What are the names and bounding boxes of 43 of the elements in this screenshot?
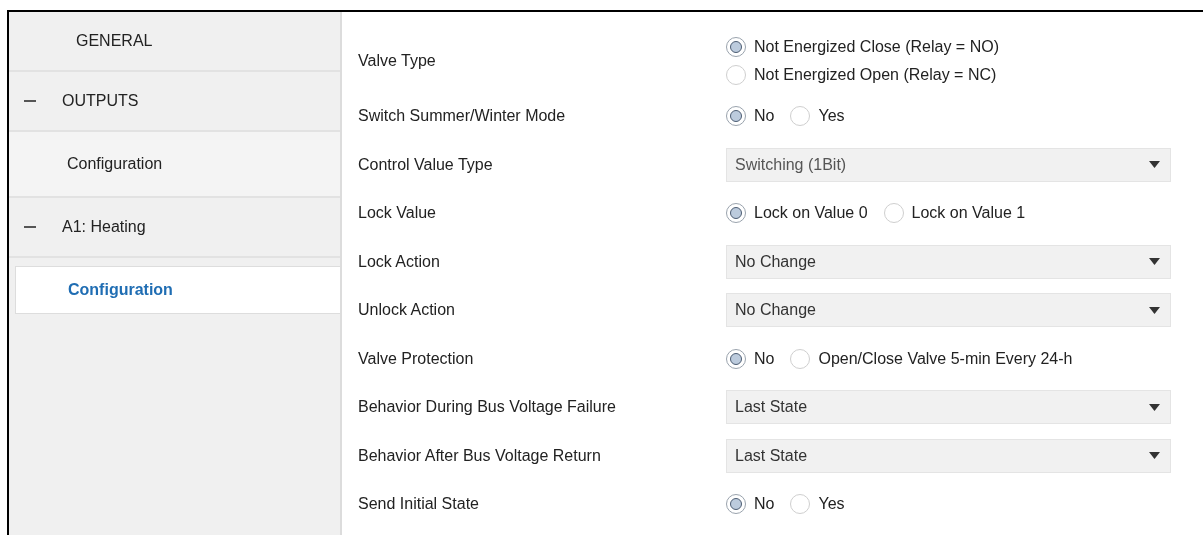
radio-button[interactable]: [790, 106, 811, 127]
caret-icon: [1149, 161, 1160, 169]
dropdown[interactable]: Last State: [726, 390, 1171, 425]
parameter-label: Lock Action: [358, 252, 441, 271]
caret-icon: [1149, 403, 1160, 411]
radio-button[interactable]: [726, 37, 746, 57]
dropdown[interactable]: No Change: [726, 293, 1171, 328]
radio-option[interactable]: Lock on Value 0: [726, 203, 868, 224]
radio-button[interactable]: [883, 203, 904, 224]
radio-option[interactable]: Not Energized Open (Relay = NC): [726, 65, 1171, 85]
dropdown[interactable]: No Change: [726, 244, 1171, 279]
parameter-label: Unlock Action: [358, 301, 456, 320]
tree-item[interactable]: Configuration: [9, 132, 340, 198]
caret-icon: [1149, 452, 1160, 460]
radio-button[interactable]: [790, 348, 811, 369]
parameter-label: Lock Value: [358, 204, 437, 223]
radio-button[interactable]: [790, 494, 811, 515]
radio-option[interactable]: Yes: [790, 494, 845, 515]
radio-button[interactable]: [726, 348, 746, 369]
dropdown[interactable]: Last State: [726, 438, 1171, 473]
radio-button[interactable]: [726, 203, 746, 224]
tree-item[interactable]: GENERAL: [9, 12, 340, 72]
parameter-label: Control Value Type: [358, 155, 494, 174]
radio-option[interactable]: No: [726, 494, 775, 515]
parameter-label: Valve Protection: [358, 349, 475, 368]
caret-icon: [1149, 306, 1160, 314]
parameter-label: Behavior After Bus Voltage Return: [358, 446, 602, 465]
parameter-label: Send Initial State: [358, 495, 480, 514]
parameter-label: Behavior During Bus Voltage Failure: [358, 398, 617, 417]
parameter-label: Valve Type: [358, 52, 437, 70]
radio-option[interactable]: Not Energized Close (Relay = NO): [726, 37, 1171, 57]
tree-item[interactable]: A1: Heating: [9, 198, 340, 258]
radio-option[interactable]: No: [726, 348, 775, 369]
radio-button[interactable]: [726, 65, 746, 85]
radio-option[interactable]: Lock on Value 1: [883, 203, 1026, 224]
parameter-label: Switch Summer/Winter Mode: [358, 107, 567, 126]
radio-button[interactable]: [726, 494, 746, 515]
radio-option[interactable]: Open/Close Valve 5-min Every 24-h: [790, 348, 1073, 369]
tree-item[interactable]: Configuration: [15, 266, 340, 314]
radio-option[interactable]: Yes: [790, 106, 845, 127]
radio-option[interactable]: No: [726, 106, 775, 127]
caret-icon: [1149, 258, 1160, 266]
radio-button[interactable]: [726, 106, 746, 127]
